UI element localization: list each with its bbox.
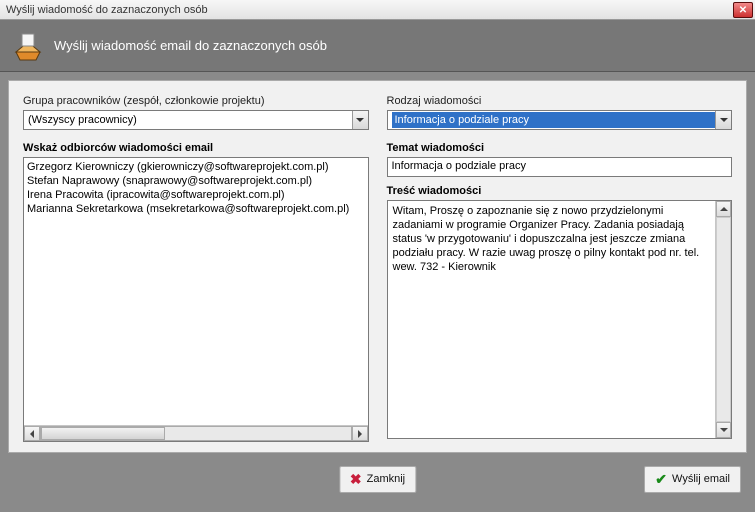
x-icon: ✖ <box>350 471 362 488</box>
list-item[interactable]: Marianna Sekretarkowa (msekretarkowa@sof… <box>27 202 365 216</box>
subject-value: Informacja o podziale pracy <box>392 160 527 172</box>
send-email-button[interactable]: ✔ Wyślij email <box>644 466 741 493</box>
header-band: Wyślij wiadomość email do zaznaczonych o… <box>0 20 755 72</box>
close-icon: ✕ <box>739 5 747 16</box>
close-button-label: Zamknij <box>367 473 406 485</box>
group-select-value: (Wszyscy pracownicy) <box>28 114 352 126</box>
body-text: Witam, Proszę o zapoznanie się z nowo pr… <box>393 204 727 274</box>
chevron-down-icon[interactable] <box>715 111 731 129</box>
header-title: Wyślij wiadomość email do zaznaczonych o… <box>54 38 327 53</box>
horizontal-scrollbar[interactable] <box>24 425 368 441</box>
group-select[interactable]: (Wszyscy pracownicy) <box>23 110 369 130</box>
chevron-down-icon[interactable] <box>352 111 368 129</box>
scrollbar-track[interactable] <box>716 217 731 422</box>
window-titlebar: Wyślij wiadomość do zaznaczonych osób ✕ <box>0 0 755 20</box>
footer: ✖ Zamknij ✔ Wyślij email <box>0 457 755 501</box>
window-title: Wyślij wiadomość do zaznaczonych osób <box>6 4 208 16</box>
window-close-button[interactable]: ✕ <box>733 2 753 18</box>
list-item[interactable]: Grzegorz Kierowniczy (gkierowniczy@softw… <box>27 160 365 174</box>
main-panel: Grupa pracowników (zespół, członkowie pr… <box>8 80 747 453</box>
subject-input[interactable]: Informacja o podziale pracy <box>387 157 733 177</box>
subject-label: Temat wiadomości <box>387 142 733 154</box>
message-type-value: Informacja o podziale pracy <box>392 112 716 128</box>
close-button[interactable]: ✖ Zamknij <box>339 466 416 493</box>
scroll-up-arrow-icon[interactable] <box>716 201 731 217</box>
body-textarea[interactable]: Witam, Proszę o zapoznanie się z nowo pr… <box>387 200 733 439</box>
group-label: Grupa pracowników (zespół, członkowie pr… <box>23 95 369 107</box>
scroll-left-arrow-icon[interactable] <box>24 426 40 441</box>
send-button-label: Wyślij email <box>672 473 730 485</box>
check-icon: ✔ <box>655 471 667 488</box>
list-item[interactable]: Stefan Naprawowy (snaprawowy@softwarepro… <box>27 174 365 188</box>
scrollbar-track[interactable] <box>40 426 352 441</box>
message-type-select[interactable]: Informacja o podziale pracy <box>387 110 733 130</box>
mail-tray-icon <box>12 30 44 62</box>
left-column: Grupa pracowników (zespół, członkowie pr… <box>23 95 369 442</box>
scroll-right-arrow-icon[interactable] <box>352 426 368 441</box>
message-type-label: Rodzaj wiadomości <box>387 95 733 107</box>
right-column: Rodzaj wiadomości Informacja o podziale … <box>387 95 733 442</box>
list-item[interactable]: Irena Pracowita (ipracowita@softwareproj… <box>27 188 365 202</box>
recipients-listbox[interactable]: Grzegorz Kierowniczy (gkierowniczy@softw… <box>23 157 369 442</box>
body-label: Treść wiadomości <box>387 185 733 197</box>
vertical-scrollbar[interactable] <box>715 201 731 438</box>
recipients-label: Wskaż odbiorców wiadomości email <box>23 142 369 154</box>
scroll-down-arrow-icon[interactable] <box>716 422 731 438</box>
recipients-items: Grzegorz Kierowniczy (gkierowniczy@softw… <box>24 158 368 425</box>
scrollbar-thumb[interactable] <box>41 427 165 440</box>
